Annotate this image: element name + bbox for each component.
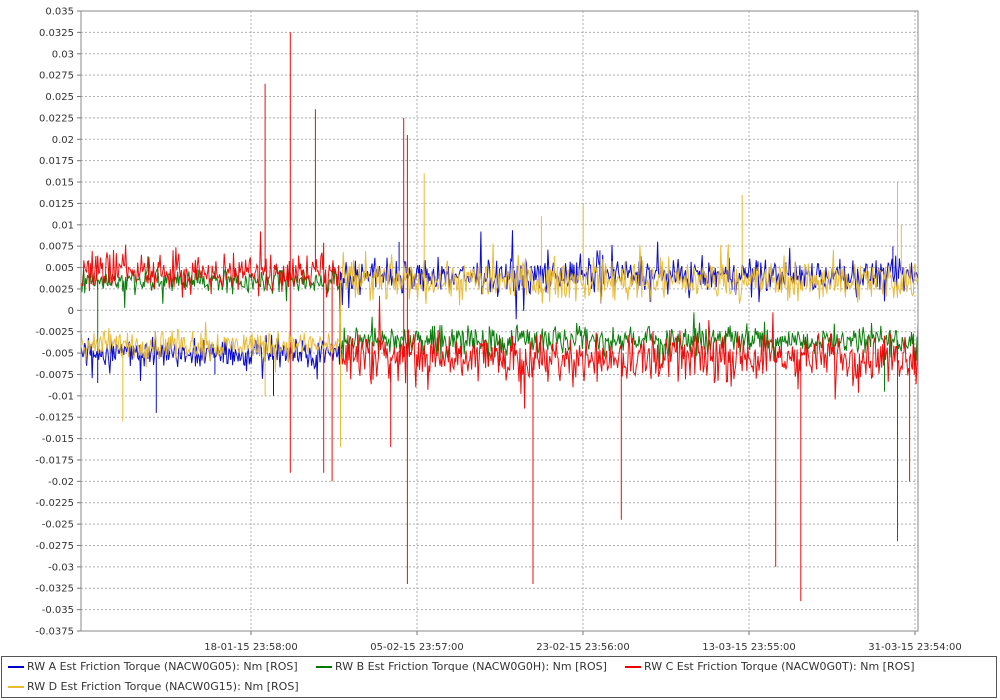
x-tick-label: 31-03-15 23:54:00 [868, 642, 961, 653]
y-tick-label: -0.0375 [35, 627, 74, 638]
y-tick-label: 0 [68, 306, 74, 317]
y-tick-label: 0.0325 [39, 28, 74, 39]
y-tick-label: -0.0125 [35, 413, 74, 424]
y-tick-label: -0.03 [48, 562, 74, 573]
y-tick-label: 0.0025 [39, 284, 74, 295]
legend: RW A Est Friction Torque (NACW0G05): Nm … [1, 656, 997, 698]
legend-item-rw-c: RW C Est Friction Torque (NACW0G0T): Nm … [623, 658, 915, 676]
y-tick-label: 0.0125 [39, 199, 74, 210]
y-tick-label: 0.01 [52, 220, 74, 231]
y-tick-label: 0.035 [45, 7, 74, 18]
y-tick-label: -0.0075 [35, 370, 74, 381]
y-tick-label: 0.025 [45, 92, 74, 103]
y-tick-label: 0.0075 [39, 242, 74, 253]
chart-plot: 0.035 0.0325 0.03 0.0275 0.025 0.0225 0.02 0.01… [35, 7, 961, 654]
legend-swatch-rw-d [8, 686, 24, 688]
y-tick-label: 0.03 [52, 49, 74, 60]
y-tick-label: -0.0175 [35, 455, 74, 466]
legend-swatch-rw-c [625, 666, 641, 668]
y-tick-label: -0.0225 [35, 498, 74, 509]
y-tick-label: -0.005 [42, 349, 74, 360]
chart: 0.035 0.0325 0.03 0.0275 0.025 0.0225 0.02 0.01… [0, 0, 1000, 700]
plot-area [81, 11, 918, 631]
legend-item-rw-a: RW A Est Friction Torque (NACW0G05): Nm … [6, 658, 298, 676]
y-tick-label: -0.0325 [35, 584, 74, 595]
legend-label-rw-b: RW B Est Friction Torque (NACW0G0H): Nm … [335, 660, 607, 673]
y-tick-label: 0.0175 [39, 156, 74, 167]
legend-label-rw-c: RW C Est Friction Torque (NACW0G0T): Nm … [644, 660, 915, 673]
y-tick-label: -0.0025 [35, 327, 74, 338]
x-tick-label: 05-02-15 23:57:00 [370, 642, 463, 653]
y-tick-label: 0.0225 [39, 113, 74, 124]
y-tick-label: 0.0275 [39, 71, 74, 82]
legend-swatch-rw-b [316, 666, 332, 668]
x-tick-label: 13-03-15 23:55:00 [702, 642, 795, 653]
y-tick-label: -0.025 [42, 520, 74, 531]
y-tick-label: -0.02 [48, 477, 74, 488]
y-tick-label: -0.035 [42, 605, 74, 616]
legend-item-rw-b: RW B Est Friction Torque (NACW0G0H): Nm … [314, 658, 607, 676]
y-tick-label: -0.015 [42, 434, 74, 445]
y-tick-label: -0.01 [48, 391, 74, 402]
y-tick-label: 0.005 [45, 263, 74, 274]
y-tick-label: -0.0275 [35, 541, 74, 552]
legend-label-rw-d: RW D Est Friction Torque (NACW0G15): Nm … [27, 680, 299, 693]
y-tick-label: 0.02 [52, 135, 74, 146]
legend-label-rw-a: RW A Est Friction Torque (NACW0G05): Nm … [27, 660, 298, 673]
x-tick-label: 18-01-15 23:58:00 [204, 642, 297, 653]
legend-swatch-rw-a [8, 666, 24, 668]
legend-item-rw-d: RW D Est Friction Torque (NACW0G15): Nm … [6, 678, 299, 696]
y-tick-label: 0.015 [45, 178, 74, 189]
x-tick-label: 23-02-15 23:56:00 [536, 642, 629, 653]
